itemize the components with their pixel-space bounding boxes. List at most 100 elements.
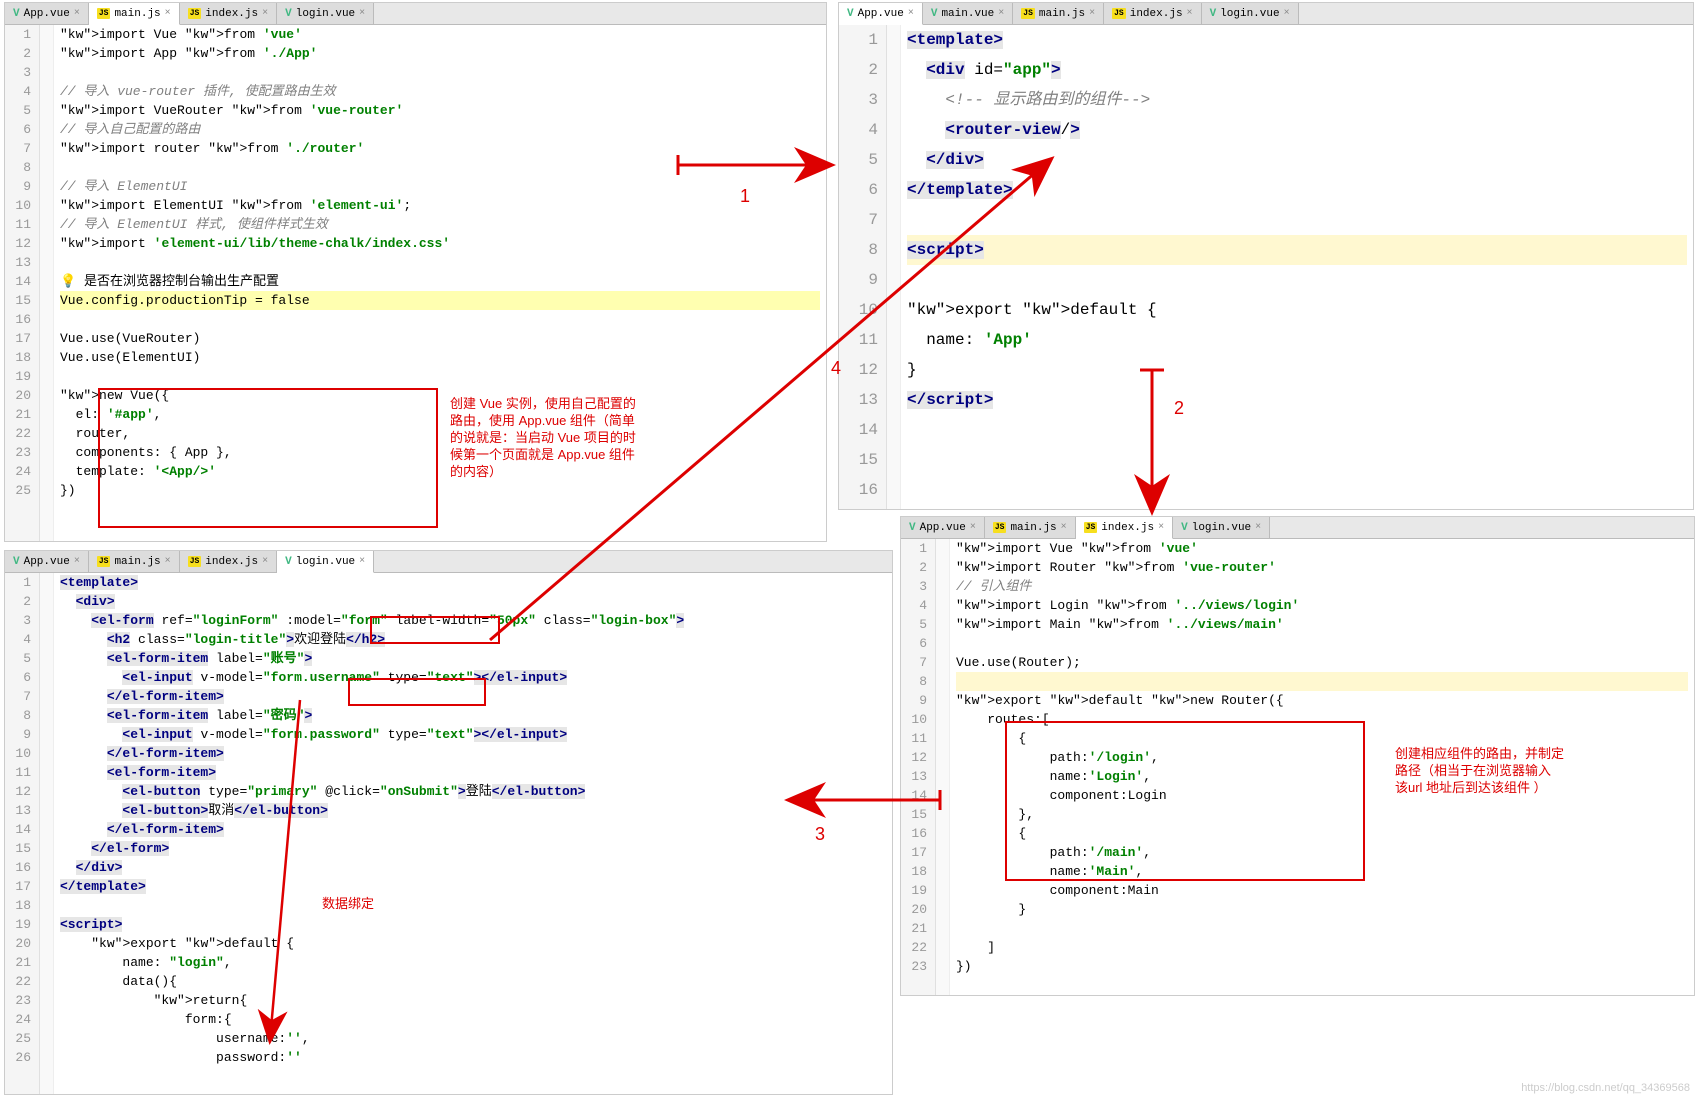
- code-line[interactable]: <template>: [907, 25, 1687, 55]
- code-line[interactable]: </el-form-item>: [60, 820, 886, 839]
- close-icon[interactable]: ×: [1158, 522, 1164, 533]
- code-line[interactable]: "kw">return{: [60, 991, 886, 1010]
- close-icon[interactable]: ×: [1255, 522, 1261, 533]
- close-icon[interactable]: ×: [359, 8, 365, 19]
- close-icon[interactable]: ×: [1187, 8, 1193, 19]
- tab-login-vue[interactable]: Vlogin.vue×: [1202, 3, 1299, 24]
- tab-index-js[interactable]: JSindex.js×: [1076, 517, 1173, 539]
- code-line[interactable]: <div>: [60, 592, 886, 611]
- code-line[interactable]: }: [907, 355, 1687, 385]
- code-line[interactable]: "kw">import Main "kw">from '../views/mai…: [956, 615, 1688, 634]
- tab-main-js[interactable]: JSmain.js×: [985, 517, 1076, 538]
- code-line[interactable]: Vue.use(ElementUI): [60, 348, 820, 367]
- code-line[interactable]: [60, 158, 820, 177]
- tab-index-js[interactable]: JSindex.js×: [180, 551, 277, 572]
- code-line[interactable]: [60, 63, 820, 82]
- code-line[interactable]: [907, 205, 1687, 235]
- close-icon[interactable]: ×: [1284, 8, 1290, 19]
- code-line[interactable]: </template>: [60, 877, 886, 896]
- code-line[interactable]: "kw">import Vue "kw">from 'vue': [60, 25, 820, 44]
- code-line[interactable]: "kw">import VueRouter "kw">from 'vue-rou…: [60, 101, 820, 120]
- code-line[interactable]: [60, 253, 820, 272]
- code-line[interactable]: </template>: [907, 175, 1687, 205]
- code-line[interactable]: </div>: [60, 858, 886, 877]
- code-line[interactable]: </el-form-item>: [60, 744, 886, 763]
- tab-main-js[interactable]: JSmain.js×: [89, 3, 180, 25]
- code-line[interactable]: // 导入 vue-router 插件, 使配置路由生效: [60, 82, 820, 101]
- code-line[interactable]: <template>: [60, 573, 886, 592]
- code-line[interactable]: form:{: [60, 1010, 886, 1029]
- code-line[interactable]: "kw">import Login "kw">from '../views/lo…: [956, 596, 1688, 615]
- code-line[interactable]: "kw">import router "kw">from './router': [60, 139, 820, 158]
- code-line[interactable]: // 导入 ElementUI: [60, 177, 820, 196]
- close-icon[interactable]: ×: [970, 522, 976, 533]
- close-icon[interactable]: ×: [998, 8, 1004, 19]
- tab-login-vue[interactable]: Vlogin.vue×: [277, 3, 374, 24]
- code-line[interactable]: "kw">import Vue "kw">from 'vue': [956, 539, 1688, 558]
- code-line[interactable]: // 导入 ElementUI 样式, 使组件样式生效: [60, 215, 820, 234]
- close-icon[interactable]: ×: [74, 556, 80, 567]
- code-line[interactable]: <router-view/>: [907, 115, 1687, 145]
- code-line[interactable]: Vue.use(Router);: [956, 653, 1688, 672]
- code-line[interactable]: <script>: [60, 915, 886, 934]
- code-line[interactable]: [60, 310, 820, 329]
- code-line[interactable]: // 导入自己配置的路由: [60, 120, 820, 139]
- code-panel3[interactable]: <template> <div> <el-form ref="loginForm…: [54, 573, 892, 1094]
- code-line[interactable]: [60, 896, 886, 915]
- code-line[interactable]: </el-form>: [60, 839, 886, 858]
- code-line[interactable]: "kw">import Router "kw">from 'vue-router…: [956, 558, 1688, 577]
- close-icon[interactable]: ×: [262, 8, 268, 19]
- code-line[interactable]: <el-button>取消</el-button>: [60, 801, 886, 820]
- tab-login-vue[interactable]: Vlogin.vue×: [277, 551, 374, 573]
- tab-index-js[interactable]: JSindex.js×: [1104, 3, 1201, 24]
- code-line[interactable]: <!-- 显示路由到的组件-->: [907, 85, 1687, 115]
- code-line[interactable]: username:'',: [60, 1029, 886, 1048]
- tab-App-vue[interactable]: VApp.vue×: [839, 3, 923, 25]
- code-line[interactable]: data(){: [60, 972, 886, 991]
- code-line[interactable]: <el-form-item label="账号">: [60, 649, 886, 668]
- code-line[interactable]: password:'': [60, 1048, 886, 1067]
- code-line[interactable]: <el-button type="primary" @click="onSubm…: [60, 782, 886, 801]
- close-icon[interactable]: ×: [359, 556, 365, 567]
- code-line[interactable]: name: 'App': [907, 325, 1687, 355]
- code-line[interactable]: [60, 367, 820, 386]
- close-icon[interactable]: ×: [165, 8, 171, 19]
- code-line[interactable]: <script>: [907, 235, 1687, 265]
- tab-main-js[interactable]: JSmain.js×: [1013, 3, 1104, 24]
- close-icon[interactable]: ×: [908, 8, 914, 19]
- code-line[interactable]: "kw">export "kw">default {: [60, 934, 886, 953]
- close-icon[interactable]: ×: [1061, 522, 1067, 533]
- code-line[interactable]: }: [956, 900, 1688, 919]
- code-line[interactable]: name: "login",: [60, 953, 886, 972]
- tab-login-vue[interactable]: Vlogin.vue×: [1173, 517, 1270, 538]
- code-line[interactable]: ]: [956, 938, 1688, 957]
- code-line[interactable]: </div>: [907, 145, 1687, 175]
- code-line[interactable]: "kw">import 'element-ui/lib/theme-chalk/…: [60, 234, 820, 253]
- close-icon[interactable]: ×: [1089, 8, 1095, 19]
- code-line[interactable]: }): [956, 957, 1688, 976]
- tab-App-vue[interactable]: VApp.vue×: [5, 551, 89, 572]
- code-line[interactable]: "kw">import ElementUI "kw">from 'element…: [60, 196, 820, 215]
- code-line[interactable]: [907, 475, 1687, 505]
- code-line[interactable]: 💡 是否在浏览器控制台输出生产配置: [60, 272, 820, 291]
- code-line[interactable]: "kw">export "kw">default "kw">new Router…: [956, 691, 1688, 710]
- code-line[interactable]: // 引入组件: [956, 577, 1688, 596]
- tab-main-js[interactable]: JSmain.js×: [89, 551, 180, 572]
- close-icon[interactable]: ×: [165, 556, 171, 567]
- close-icon[interactable]: ×: [74, 8, 80, 19]
- code-line[interactable]: [907, 265, 1687, 295]
- tab-index-js[interactable]: JSindex.js×: [180, 3, 277, 24]
- code-line[interactable]: "kw">import App "kw">from './App': [60, 44, 820, 63]
- code-line[interactable]: Vue.use(VueRouter): [60, 329, 820, 348]
- code-line[interactable]: <el-input v-model="form.password" type="…: [60, 725, 886, 744]
- code-line[interactable]: <el-form-item label="密码">: [60, 706, 886, 725]
- code-panel2[interactable]: <template> <div id="app"> <!-- 显示路由到的组件-…: [901, 25, 1693, 509]
- code-line[interactable]: </script>: [907, 385, 1687, 415]
- code-line[interactable]: [907, 445, 1687, 475]
- code-line[interactable]: [956, 634, 1688, 653]
- close-icon[interactable]: ×: [262, 556, 268, 567]
- tab-main-vue[interactable]: Vmain.vue×: [923, 3, 1013, 24]
- code-line[interactable]: Vue.config.productionTip = false: [60, 291, 820, 310]
- code-line[interactable]: [956, 672, 1688, 691]
- code-line[interactable]: <div id="app">: [907, 55, 1687, 85]
